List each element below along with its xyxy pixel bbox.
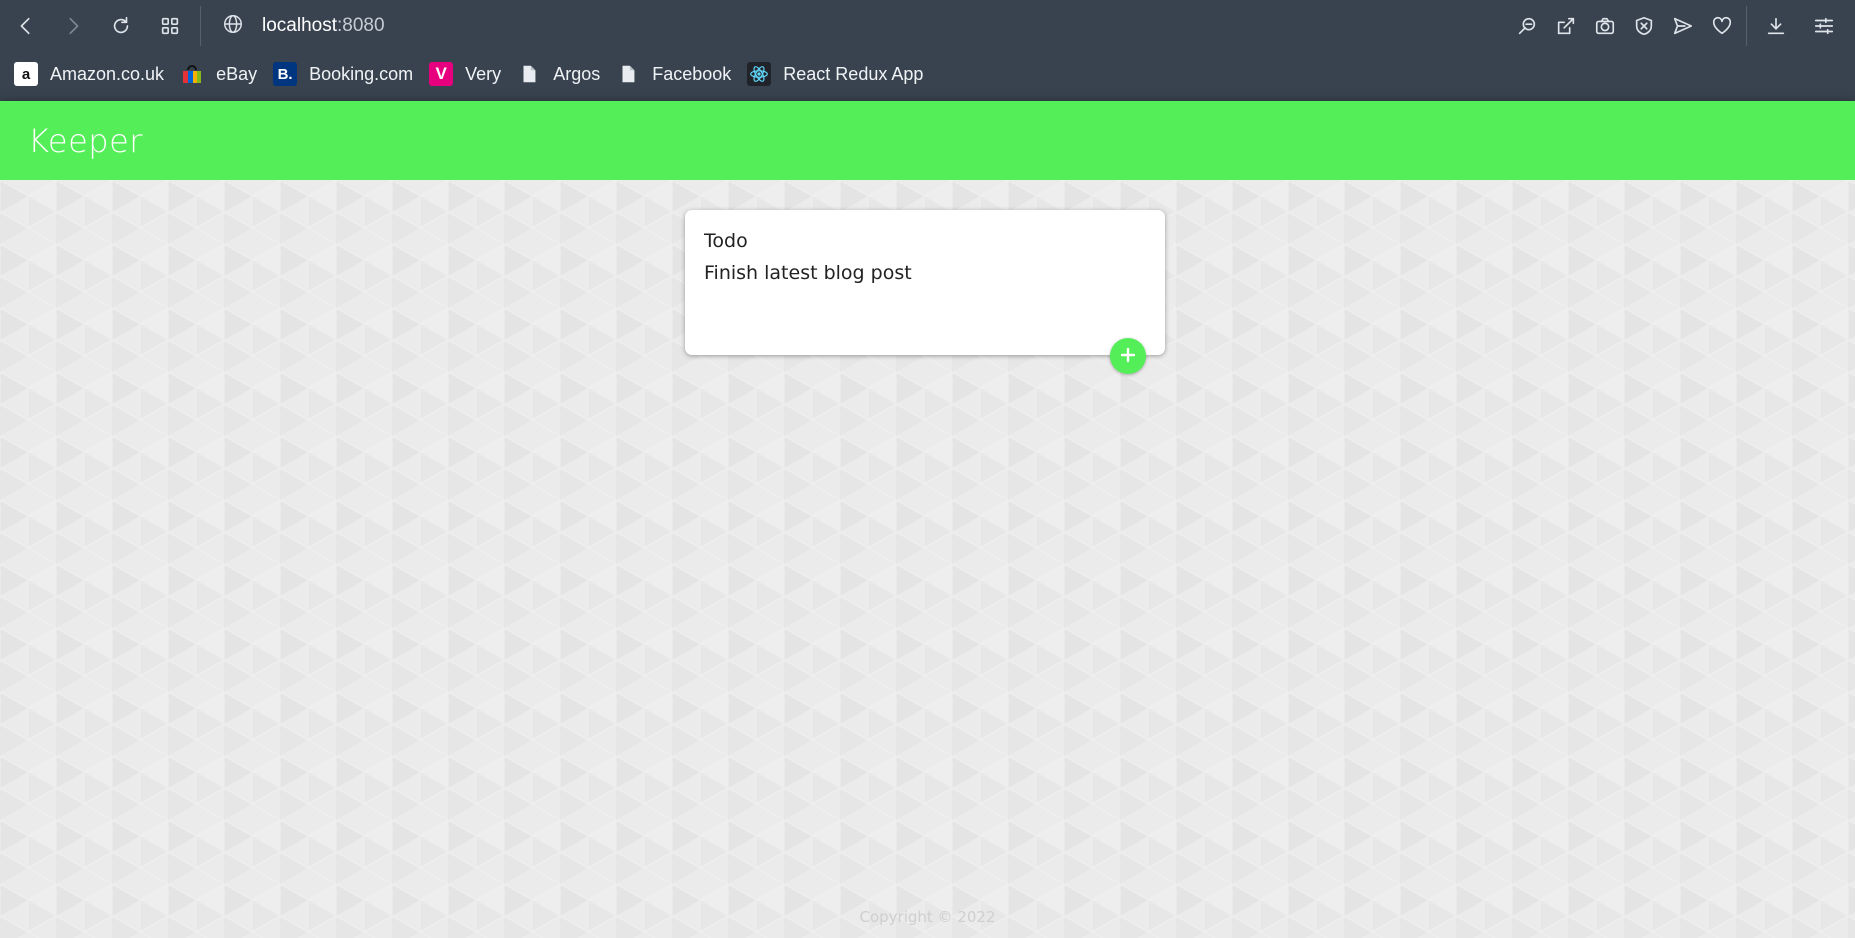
url-port: :8080	[337, 15, 385, 36]
reload-icon[interactable]	[107, 12, 135, 40]
create-note-form: Finish latest blog post	[685, 210, 1165, 355]
bookmark-label: Facebook	[652, 63, 732, 84]
bookmark-label: Very	[465, 63, 502, 84]
app-header: Keeper	[0, 101, 1855, 180]
bookmark-label: Booking.com	[309, 63, 414, 84]
download-icon[interactable]	[1762, 12, 1790, 40]
shield-icon[interactable]	[1630, 12, 1658, 40]
camera-icon[interactable]	[1591, 12, 1619, 40]
bookmark-react-redux-app[interactable]: React Redux App	[747, 62, 923, 86]
heart-icon[interactable]	[1708, 12, 1736, 40]
zoom-icon[interactable]	[1513, 12, 1541, 40]
back-icon[interactable]	[12, 12, 40, 40]
bookmark-label: React Redux App	[783, 63, 924, 84]
bookmark-label: eBay	[216, 63, 258, 84]
url-text[interactable]: localhost:8080	[262, 15, 385, 37]
amazon-icon: a	[14, 62, 38, 86]
booking-icon: B.	[273, 62, 298, 86]
browser-chrome: localhost:8080 a Amazon.co.uk eBay B. Bo…	[0, 0, 1855, 101]
note-content-textarea[interactable]: Finish latest blog post	[704, 260, 1146, 320]
plus-icon	[1120, 347, 1136, 366]
bookmark-ebay[interactable]: eBay	[180, 62, 257, 86]
bookmark-amazon[interactable]: a Amazon.co.uk	[14, 62, 164, 86]
page-icon	[517, 62, 541, 86]
copyright-text: Copyright © 2022	[859, 908, 996, 926]
toolbar-separator	[200, 6, 201, 46]
url-host: localhost	[262, 15, 337, 36]
bookmark-facebook[interactable]: Facebook	[616, 62, 731, 86]
page-icon	[616, 62, 640, 86]
toolbar-separator	[1746, 6, 1747, 46]
ebay-icon	[180, 62, 204, 86]
bookmark-label: Amazon.co.uk	[50, 63, 165, 84]
react-icon	[747, 62, 772, 86]
bookmark-argos[interactable]: Argos	[517, 62, 600, 86]
note-title-input[interactable]	[704, 228, 1146, 254]
bookmark-label: Argos	[553, 63, 601, 84]
add-note-button[interactable]	[1110, 338, 1146, 374]
tabs-grid-icon[interactable]	[156, 12, 184, 40]
forward-icon[interactable]	[59, 12, 87, 40]
bookmark-booking[interactable]: B. Booking.com	[273, 62, 413, 86]
app-title: Keeper	[28, 121, 143, 160]
bookmark-very[interactable]: V Very	[429, 62, 501, 86]
edit-icon[interactable]	[1552, 12, 1580, 40]
bookmarks-bar: a Amazon.co.uk eBay B. Booking.com V Ver…	[0, 58, 939, 90]
settings-sliders-icon[interactable]	[1810, 12, 1838, 40]
very-icon: V	[429, 62, 454, 86]
address-bar[interactable]: localhost:8080	[222, 10, 385, 42]
footer: Copyright © 2022	[0, 908, 1855, 926]
browser-toolbar: localhost:8080	[0, 0, 1855, 52]
send-icon[interactable]	[1669, 12, 1697, 40]
globe-icon	[222, 13, 244, 39]
